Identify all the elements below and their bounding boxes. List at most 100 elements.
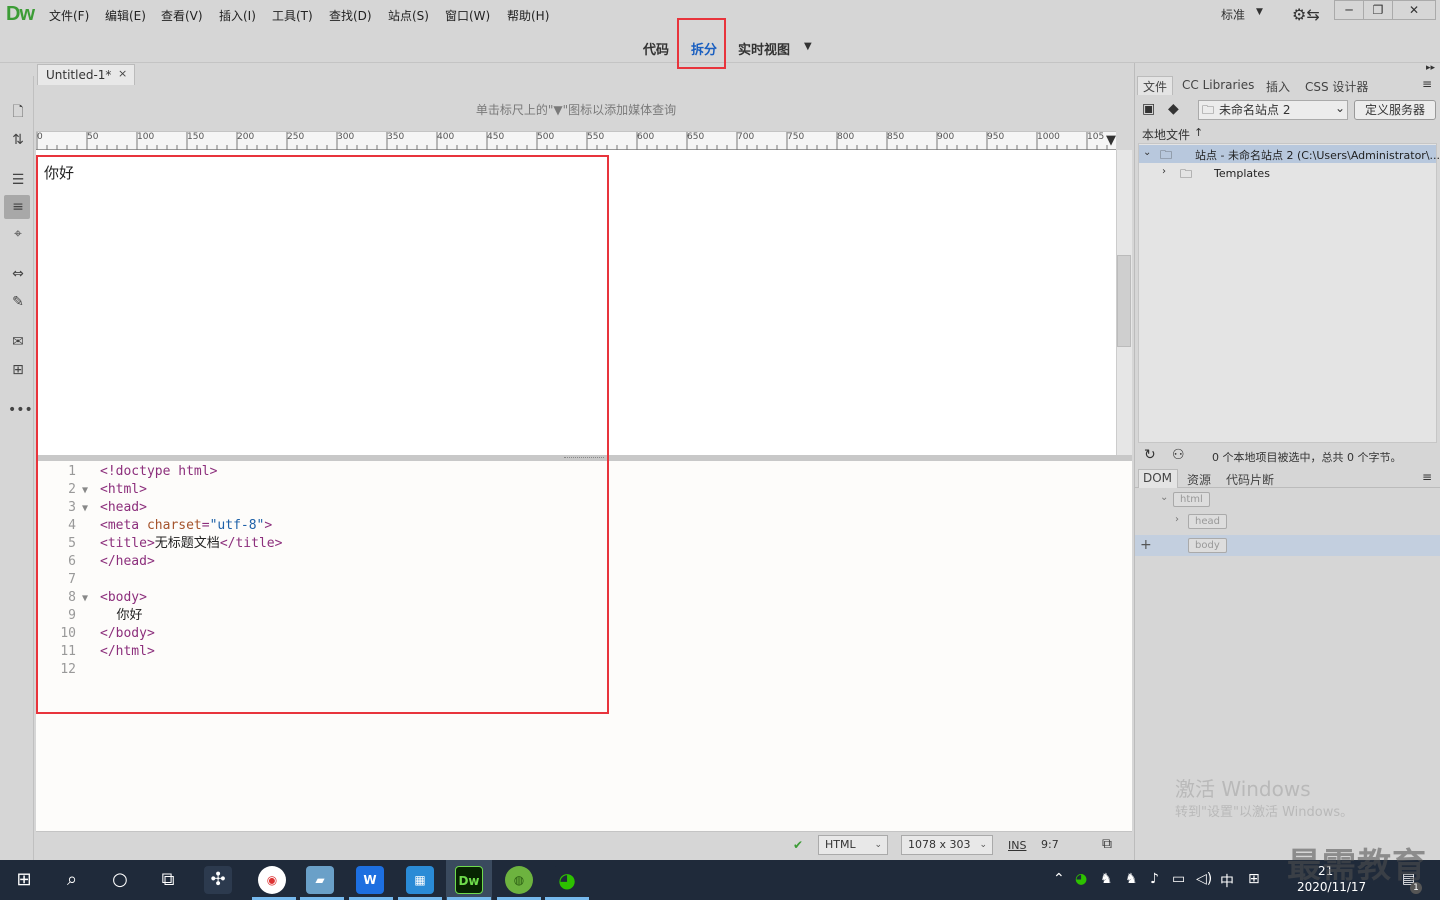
view-code-button[interactable]: 代码 [643, 39, 669, 58]
chevron-down-icon[interactable]: ⌄ [1160, 492, 1168, 503]
explorer-app-icon[interactable]: ▦ [406, 866, 434, 894]
dom-node-html[interactable]: html [1173, 492, 1210, 507]
ruler-label: 700 [737, 132, 755, 142]
menu-view[interactable]: 查看(V) [161, 7, 203, 24]
tray-expand-icon[interactable]: ⌃ [1053, 871, 1065, 887]
doc-type-label: HTML [825, 838, 856, 851]
media-query-marker-icon[interactable]: ▼ [1106, 133, 1116, 148]
insert-mode[interactable]: INS [1008, 839, 1026, 852]
panel-menu-icon[interactable]: ≡ [1422, 470, 1432, 484]
format-source-icon[interactable]: ≡ [8, 197, 28, 217]
menu-site[interactable]: 站点(S) [388, 7, 429, 24]
target-icon[interactable]: ⌖ [8, 224, 28, 244]
chevron-down-icon[interactable]: ⌄ [1143, 147, 1151, 158]
tab-insert[interactable]: 插入 [1266, 78, 1290, 95]
dom-body-row[interactable] [1135, 535, 1440, 556]
task-view-icon[interactable]: ⧉ [155, 868, 181, 892]
view-live-button[interactable]: 实时视图 [738, 39, 790, 58]
no-errors-check-icon[interactable]: ✔ [793, 838, 803, 852]
tab-dom[interactable]: DOM [1143, 471, 1172, 485]
tray-bell-icon[interactable]: ♪ [1150, 871, 1159, 887]
preview-icon[interactable]: ⧉ [1102, 836, 1112, 852]
restore-button[interactable]: ❐ [1363, 0, 1393, 20]
more-tools-icon[interactable]: ••• [8, 400, 33, 420]
connect-icon[interactable]: ⚇ [1172, 447, 1185, 463]
tree-templates-label[interactable]: Templates [1214, 167, 1270, 180]
dom-node-head[interactable]: head [1188, 514, 1227, 529]
tray-network-icon[interactable]: ▭ [1172, 871, 1185, 887]
chrome-icon[interactable]: ◉ [258, 866, 286, 894]
caret-down-icon[interactable]: ▼ [1256, 7, 1263, 17]
close-tab-icon[interactable]: × [118, 67, 127, 80]
site-manager-icon[interactable]: ▣ [1142, 101, 1155, 117]
tree-site-label[interactable]: 站点 - 未命名站点 2 (C:\Users\Administrator\... [1195, 147, 1440, 163]
ruler-label: 950 [987, 132, 1005, 142]
file-tree [1138, 143, 1437, 443]
brush-icon[interactable]: ✎ [8, 292, 28, 312]
close-window-button[interactable]: ✕ [1392, 0, 1436, 20]
chevron-right-icon[interactable]: › [1162, 166, 1166, 177]
app-pinwheel-icon[interactable]: ✣ [204, 866, 232, 894]
local-files-label[interactable]: 本地文件 [1142, 126, 1190, 143]
menu-window[interactable]: 窗口(W) [445, 7, 490, 24]
comment-icon[interactable]: ✉ [8, 332, 28, 352]
window-size-select[interactable]: 1078 x 303 ⌄ [901, 835, 993, 855]
annotation-highlight-box [36, 155, 609, 714]
windows-start-icon[interactable]: ⊞ [11, 868, 37, 892]
inspect-icon[interactable]: ☰ [8, 170, 28, 190]
menu-file[interactable]: 文件(F) [49, 7, 89, 24]
tab-snippets[interactable]: 代码片断 [1226, 471, 1274, 488]
panel-menu-icon[interactable]: ≡ [1422, 77, 1432, 91]
tray-qq-icon[interactable]: ♞ [1100, 871, 1113, 887]
menu-insert[interactable]: 插入(I) [219, 7, 256, 24]
workspace-switcher[interactable]: 标准 [1221, 6, 1245, 23]
git-icon[interactable]: ◆ [1168, 101, 1179, 117]
code-hint-icon[interactable]: ⊞ [8, 360, 28, 380]
dom-node-body[interactable]: body [1188, 538, 1227, 553]
ruler-label: 105 [1087, 132, 1105, 142]
site-select[interactable]: 未命名站点 2 [1198, 100, 1348, 120]
collapse-panel-icon[interactable]: ▸▸ [1426, 63, 1435, 73]
chevron-down-icon: ⌄ [979, 840, 987, 850]
refresh-icon[interactable]: ↻ [1144, 447, 1156, 463]
minimize-button[interactable]: ─ [1334, 0, 1364, 20]
add-element-icon[interactable]: + [1140, 537, 1152, 553]
define-server-button[interactable]: 定义服务器 [1354, 100, 1436, 120]
watermelon-app-icon[interactable]: ◍ [505, 866, 533, 894]
ime-indicator[interactable]: 中 [1220, 871, 1234, 891]
menu-edit[interactable]: 编辑(E) [105, 7, 146, 24]
wps-icon[interactable]: W [356, 866, 384, 894]
chevron-right-icon[interactable]: › [1175, 514, 1179, 525]
tray-volume-icon[interactable]: ◁) [1196, 871, 1212, 887]
ruler-label: 350 [387, 132, 405, 142]
tray-wechat-icon[interactable]: ◕ [1075, 871, 1087, 887]
new-document-icon[interactable]: 🗋 [8, 102, 28, 122]
wechat-icon[interactable]: ◕ [553, 866, 581, 894]
tray-keyboard-icon[interactable]: ⊞ [1248, 871, 1260, 887]
tab-cc-libraries[interactable]: CC Libraries [1182, 78, 1254, 92]
menu-find[interactable]: 查找(D) [329, 7, 372, 24]
expand-collapse-icon[interactable]: ⇔ [8, 264, 28, 284]
ruler-label: 250 [287, 132, 305, 142]
design-scroll-thumb[interactable] [1117, 255, 1131, 347]
menu-help[interactable]: 帮助(H) [507, 7, 549, 24]
cortana-icon[interactable]: ○ [107, 868, 133, 892]
dreamweaver-taskbar-icon[interactable]: Dw [455, 866, 483, 894]
search-icon[interactable]: ⌕ [59, 868, 85, 892]
tab-css-designer[interactable]: CSS 设计器 [1305, 78, 1368, 95]
live-view-dropdown-icon[interactable]: ▼ [804, 41, 812, 52]
ruler-label: 600 [637, 132, 655, 142]
doc-type-select[interactable]: HTML ⌄ [818, 835, 888, 855]
activation-title: 激活 Windows [1175, 777, 1311, 801]
tray-qq2-icon[interactable]: ♞ [1125, 871, 1138, 887]
ruler-label: 50 [87, 132, 99, 142]
menu-tools[interactable]: 工具(T) [272, 7, 313, 24]
tab-assets[interactable]: 资源 [1187, 471, 1211, 488]
editor-app-icon[interactable]: ▰ [306, 866, 334, 894]
folder-icon: 🗀 [1160, 148, 1173, 162]
site-select-value: 未命名站点 2 [1219, 103, 1291, 117]
settings-gear-icon[interactable]: ⚙⇆ [1292, 5, 1320, 24]
sort-arrow-icon[interactable]: ↑ [1194, 126, 1203, 139]
tab-files[interactable]: 文件 [1143, 78, 1167, 95]
file-transfer-icon[interactable]: ⇅ [8, 130, 28, 150]
